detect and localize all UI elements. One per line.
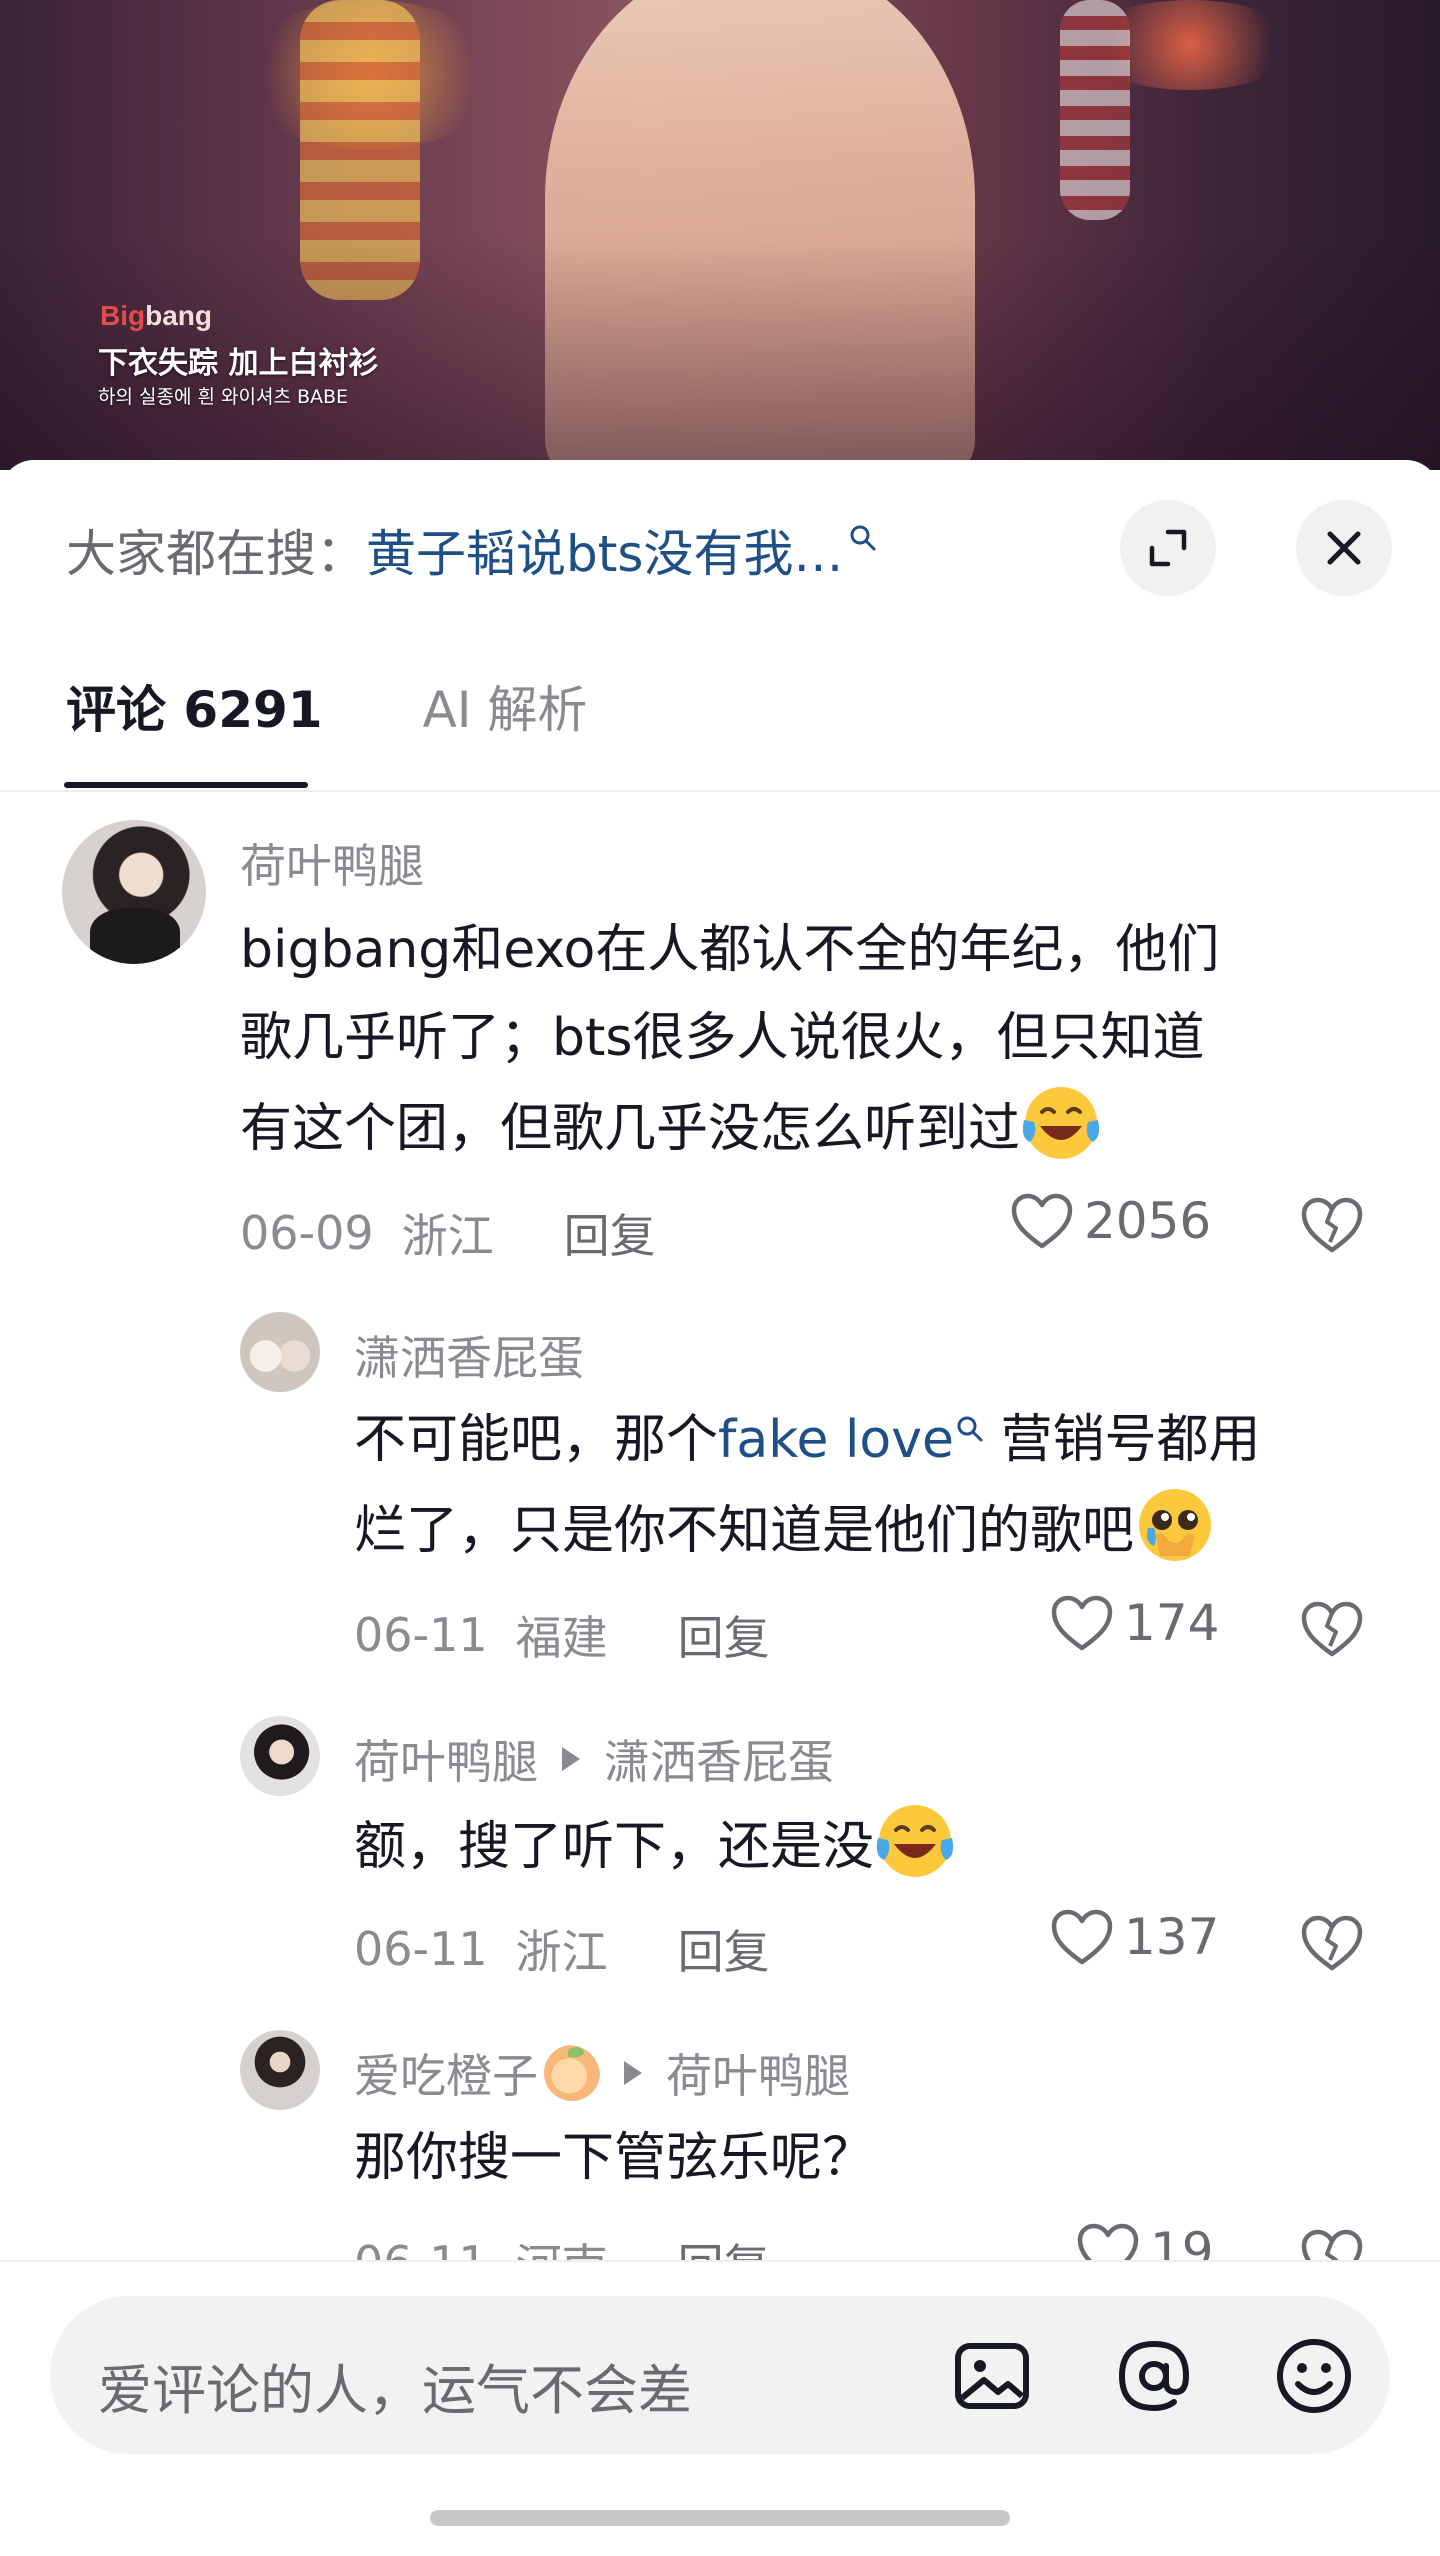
comment-text: 额，搜了听下，还是没 [354, 1817, 875, 1877]
reply-arrow-icon [562, 1747, 580, 1771]
comment-text-line: 额，搜了听下，还是没 [354, 1800, 956, 1891]
comment-region: 浙江 [401, 1209, 494, 1263]
brand-rest: bang [145, 300, 212, 331]
like-count: 137 [1124, 1908, 1220, 1966]
like-count: 174 [1124, 1594, 1220, 1652]
close-button[interactable] [1296, 500, 1392, 596]
comment-region: 浙江 [515, 1925, 608, 1979]
orange-emoji-icon [544, 2045, 600, 2101]
comment-input-placeholder: 爱评论的人，运气不会差 [98, 2359, 692, 2422]
comment-text-line: 有这个团，但歌几乎没怎么听到过 [240, 1082, 1102, 1173]
comment-sheet: 大家都在搜： 黄子韬说bts没有我… 评论 6291 AI 解析 荷叶鸭腿 bi… [0, 460, 1440, 2556]
tab-ai-analysis[interactable]: AI 解析 [423, 670, 588, 742]
reply-to-username[interactable]: 潇洒香屁蛋 [604, 1726, 834, 1792]
heart-icon [1051, 1595, 1113, 1651]
tab-comments[interactable]: 评论 6291 [66, 670, 323, 742]
comment-text-line: bigbang和exo在人都认不全的年纪，他们 [240, 920, 1220, 980]
comment-search-link[interactable]: fake love [718, 1410, 954, 1470]
trending-search[interactable]: 大家都在搜： 黄子韬说bts没有我… [66, 514, 877, 586]
trending-search-prefix: 大家都在搜： [66, 525, 366, 583]
comment-username[interactable]: 荷叶鸭腿 [240, 830, 424, 896]
search-icon [957, 1416, 983, 1442]
avatar[interactable] [240, 2030, 320, 2110]
video-subtitle-cn: 下衣失踪 加上白衬衫 [98, 346, 379, 381]
comment-meta: 06-11 福建 回复 [354, 1602, 770, 1668]
comment-username-row: 爱吃橙子 荷叶鸭腿 [354, 2040, 850, 2106]
video-brand-label: Bigbang [100, 300, 212, 332]
like-button[interactable]: 137 [1050, 1908, 1219, 1966]
mention-icon[interactable] [1112, 2334, 1196, 2418]
reply-button[interactable]: 回复 [678, 1916, 770, 1982]
trending-search-link[interactable]: 黄子韬说bts没有我… [366, 514, 843, 586]
laugh-cry-emoji-icon [1022, 1087, 1100, 1159]
expand-icon [1149, 529, 1187, 567]
comment-date: 06-11 [354, 1608, 488, 1662]
comment-input[interactable]: 爱评论的人，运气不会差 [50, 2296, 1390, 2454]
home-indicator [430, 2510, 1010, 2526]
comment-username[interactable]: 潇洒香屁蛋 [354, 1322, 584, 1388]
comment-username[interactable]: 爱吃橙子 [354, 2040, 538, 2106]
broken-heart-icon[interactable] [1300, 1196, 1364, 1254]
close-icon [1327, 531, 1361, 565]
like-button[interactable]: 174 [1050, 1594, 1219, 1652]
comment-text: 营销号都用 [984, 1410, 1261, 1470]
comment-text: 有这个团，但歌几乎没怎么听到过 [240, 1099, 1021, 1159]
search-icon [850, 525, 876, 551]
active-tab-indicator [64, 782, 308, 788]
image-icon[interactable] [950, 2334, 1034, 2418]
avatar[interactable] [62, 820, 206, 964]
comment-username-row: 荷叶鸭腿 潇洒香屁蛋 [354, 1726, 834, 1792]
brand-prefix: Big [100, 300, 146, 331]
avatar[interactable] [240, 1716, 320, 1796]
comment-text: 烂了，只是你不知道是他们的歌吧 [354, 1501, 1135, 1561]
like-button[interactable]: 2056 [1010, 1192, 1211, 1250]
comment-date: 06-11 [354, 1922, 488, 1976]
reply-arrow-icon [624, 2061, 642, 2085]
like-count: 2056 [1084, 1192, 1212, 1250]
pleading-emoji-icon [1139, 1489, 1212, 1561]
comment-region: 福建 [515, 1611, 608, 1665]
broken-heart-icon[interactable] [1300, 1600, 1364, 1658]
comment-meta: 06-11 浙江 回复 [354, 1916, 770, 1982]
comment-text-line: 歌几乎听了；bts很多人说很火，但只知道 [240, 1008, 1205, 1068]
comment-meta: 06-09 浙江 回复 [240, 1200, 656, 1266]
expand-button[interactable] [1120, 500, 1216, 596]
comment-text: 不可能吧，那个 [354, 1410, 719, 1470]
comment-text-line: 烂了，只是你不知道是他们的歌吧 [354, 1484, 1216, 1575]
avatar[interactable] [240, 1312, 320, 1392]
reply-button[interactable]: 回复 [564, 1200, 656, 1266]
comment-tabs: 评论 6291 AI 解析 [66, 670, 587, 742]
reply-button[interactable]: 回复 [678, 1602, 770, 1668]
heart-icon [1051, 1909, 1113, 1965]
laugh-cry-emoji-icon [876, 1805, 954, 1877]
emoji-icon[interactable] [1272, 2334, 1356, 2418]
reply-to-username[interactable]: 荷叶鸭腿 [666, 2040, 850, 2106]
comment-date: 06-09 [240, 1206, 374, 1260]
comment-text-line: 那你搜一下管弦乐呢？ [354, 2128, 875, 2188]
video-subtitle-kr: 하의 실종에 흰 와이셔츠 BABE [98, 386, 349, 408]
video-player[interactable]: Bigbang 下衣失踪 加上白衬衫 하의 실종에 흰 와이셔츠 BABE [0, 0, 1440, 470]
comment-username[interactable]: 荷叶鸭腿 [354, 1726, 538, 1792]
heart-icon [1011, 1193, 1073, 1249]
tabs-divider [0, 790, 1440, 792]
comment-text-line: 不可能吧，那个fake love 营销号都用 [354, 1396, 1261, 1484]
broken-heart-icon[interactable] [1300, 1914, 1364, 1972]
comment-composer-bar: 爱评论的人，运气不会差 [0, 2260, 1440, 2556]
